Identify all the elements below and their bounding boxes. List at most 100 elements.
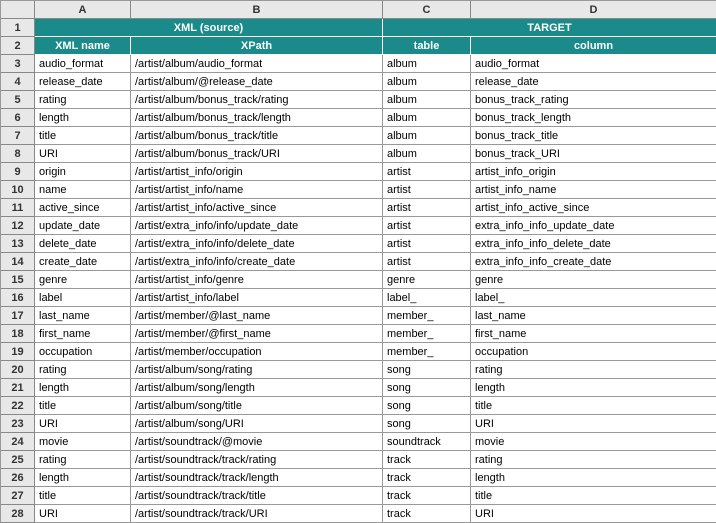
rowhead-19[interactable]: 19 xyxy=(1,343,35,361)
cell-C25[interactable]: track xyxy=(383,451,471,469)
cell-C23[interactable]: song xyxy=(383,415,471,433)
cell-B10[interactable]: /artist/artist_info/name xyxy=(131,181,383,199)
rowhead-25[interactable]: 25 xyxy=(1,451,35,469)
cell-C13[interactable]: artist xyxy=(383,235,471,253)
cell-A24[interactable]: movie xyxy=(35,433,131,451)
subheader-xml-name[interactable]: XML name xyxy=(35,37,131,55)
cell-A4[interactable]: release_date xyxy=(35,73,131,91)
corner-cell[interactable] xyxy=(1,1,35,19)
header-xml-source[interactable]: XML (source) xyxy=(35,19,383,37)
cell-D18[interactable]: first_name xyxy=(471,325,716,343)
cell-C22[interactable]: song xyxy=(383,397,471,415)
rowhead-18[interactable]: 18 xyxy=(1,325,35,343)
cell-D7[interactable]: bonus_track_title xyxy=(471,127,716,145)
cell-A16[interactable]: label xyxy=(35,289,131,307)
rowhead-27[interactable]: 27 xyxy=(1,487,35,505)
cell-A22[interactable]: title xyxy=(35,397,131,415)
cell-A11[interactable]: active_since xyxy=(35,199,131,217)
cell-C12[interactable]: artist xyxy=(383,217,471,235)
rowhead-4[interactable]: 4 xyxy=(1,73,35,91)
cell-B14[interactable]: /artist/extra_info/info/create_date xyxy=(131,253,383,271)
cell-A9[interactable]: origin xyxy=(35,163,131,181)
cell-A12[interactable]: update_date xyxy=(35,217,131,235)
cell-D15[interactable]: genre xyxy=(471,271,716,289)
cell-D23[interactable]: URI xyxy=(471,415,716,433)
cell-B4[interactable]: /artist/album/@release_date xyxy=(131,73,383,91)
rowhead-7[interactable]: 7 xyxy=(1,127,35,145)
cell-A23[interactable]: URI xyxy=(35,415,131,433)
cell-B26[interactable]: /artist/soundtrack/track/length xyxy=(131,469,383,487)
cell-B25[interactable]: /artist/soundtrack/track/rating xyxy=(131,451,383,469)
rowhead-15[interactable]: 15 xyxy=(1,271,35,289)
cell-B5[interactable]: /artist/album/bonus_track/rating xyxy=(131,91,383,109)
colhead-B[interactable]: B xyxy=(131,1,383,19)
rowhead-1[interactable]: 1 xyxy=(1,19,35,37)
cell-A18[interactable]: first_name xyxy=(35,325,131,343)
cell-B8[interactable]: /artist/album/bonus_track/URI xyxy=(131,145,383,163)
cell-C6[interactable]: album xyxy=(383,109,471,127)
cell-B16[interactable]: /artist/artist_info/label xyxy=(131,289,383,307)
cell-C19[interactable]: member_ xyxy=(383,343,471,361)
cell-C11[interactable]: artist xyxy=(383,199,471,217)
cell-A6[interactable]: length xyxy=(35,109,131,127)
cell-C15[interactable]: genre xyxy=(383,271,471,289)
rowhead-3[interactable]: 3 xyxy=(1,55,35,73)
cell-B3[interactable]: /artist/album/audio_format xyxy=(131,55,383,73)
cell-A17[interactable]: last_name xyxy=(35,307,131,325)
cell-A26[interactable]: length xyxy=(35,469,131,487)
cell-D20[interactable]: rating xyxy=(471,361,716,379)
cell-B13[interactable]: /artist/extra_info/info/delete_date xyxy=(131,235,383,253)
subheader-column[interactable]: column xyxy=(471,37,716,55)
subheader-xpath[interactable]: XPath xyxy=(131,37,383,55)
cell-D9[interactable]: artist_info_origin xyxy=(471,163,716,181)
rowhead-20[interactable]: 20 xyxy=(1,361,35,379)
cell-B23[interactable]: /artist/album/song/URI xyxy=(131,415,383,433)
cell-C27[interactable]: track xyxy=(383,487,471,505)
cell-C4[interactable]: album xyxy=(383,73,471,91)
cell-D13[interactable]: extra_info_info_delete_date xyxy=(471,235,716,253)
cell-D28[interactable]: URI xyxy=(471,505,716,523)
header-target[interactable]: TARGET xyxy=(383,19,716,37)
colhead-A[interactable]: A xyxy=(35,1,131,19)
cell-B12[interactable]: /artist/extra_info/info/update_date xyxy=(131,217,383,235)
cell-D14[interactable]: extra_info_info_create_date xyxy=(471,253,716,271)
cell-D12[interactable]: extra_info_info_update_date xyxy=(471,217,716,235)
cell-D11[interactable]: artist_info_active_since xyxy=(471,199,716,217)
cell-C18[interactable]: member_ xyxy=(383,325,471,343)
cell-B15[interactable]: /artist/artist_info/genre xyxy=(131,271,383,289)
rowhead-14[interactable]: 14 xyxy=(1,253,35,271)
cell-D26[interactable]: length xyxy=(471,469,716,487)
cell-B19[interactable]: /artist/member/occupation xyxy=(131,343,383,361)
rowhead-12[interactable]: 12 xyxy=(1,217,35,235)
rowhead-24[interactable]: 24 xyxy=(1,433,35,451)
rowhead-2[interactable]: 2 xyxy=(1,37,35,55)
cell-D8[interactable]: bonus_track_URI xyxy=(471,145,716,163)
rowhead-6[interactable]: 6 xyxy=(1,109,35,127)
cell-A25[interactable]: rating xyxy=(35,451,131,469)
cell-B22[interactable]: /artist/album/song/title xyxy=(131,397,383,415)
cell-D21[interactable]: length xyxy=(471,379,716,397)
rowhead-8[interactable]: 8 xyxy=(1,145,35,163)
rowhead-26[interactable]: 26 xyxy=(1,469,35,487)
cell-A20[interactable]: rating xyxy=(35,361,131,379)
cell-A19[interactable]: occupation xyxy=(35,343,131,361)
cell-D16[interactable]: label_ xyxy=(471,289,716,307)
cell-B28[interactable]: /artist/soundtrack/track/URI xyxy=(131,505,383,523)
cell-D19[interactable]: occupation xyxy=(471,343,716,361)
cell-D3[interactable]: audio_format xyxy=(471,55,716,73)
cell-D24[interactable]: movie xyxy=(471,433,716,451)
rowhead-17[interactable]: 17 xyxy=(1,307,35,325)
rowhead-11[interactable]: 11 xyxy=(1,199,35,217)
cell-D22[interactable]: title xyxy=(471,397,716,415)
cell-C9[interactable]: artist xyxy=(383,163,471,181)
cell-D4[interactable]: release_date xyxy=(471,73,716,91)
cell-C14[interactable]: artist xyxy=(383,253,471,271)
cell-B18[interactable]: /artist/member/@first_name xyxy=(131,325,383,343)
rowhead-16[interactable]: 16 xyxy=(1,289,35,307)
cell-A7[interactable]: title xyxy=(35,127,131,145)
cell-A8[interactable]: URI xyxy=(35,145,131,163)
cell-C16[interactable]: label_ xyxy=(383,289,471,307)
rowhead-21[interactable]: 21 xyxy=(1,379,35,397)
cell-B9[interactable]: /artist/artist_info/origin xyxy=(131,163,383,181)
cell-B7[interactable]: /artist/album/bonus_track/title xyxy=(131,127,383,145)
